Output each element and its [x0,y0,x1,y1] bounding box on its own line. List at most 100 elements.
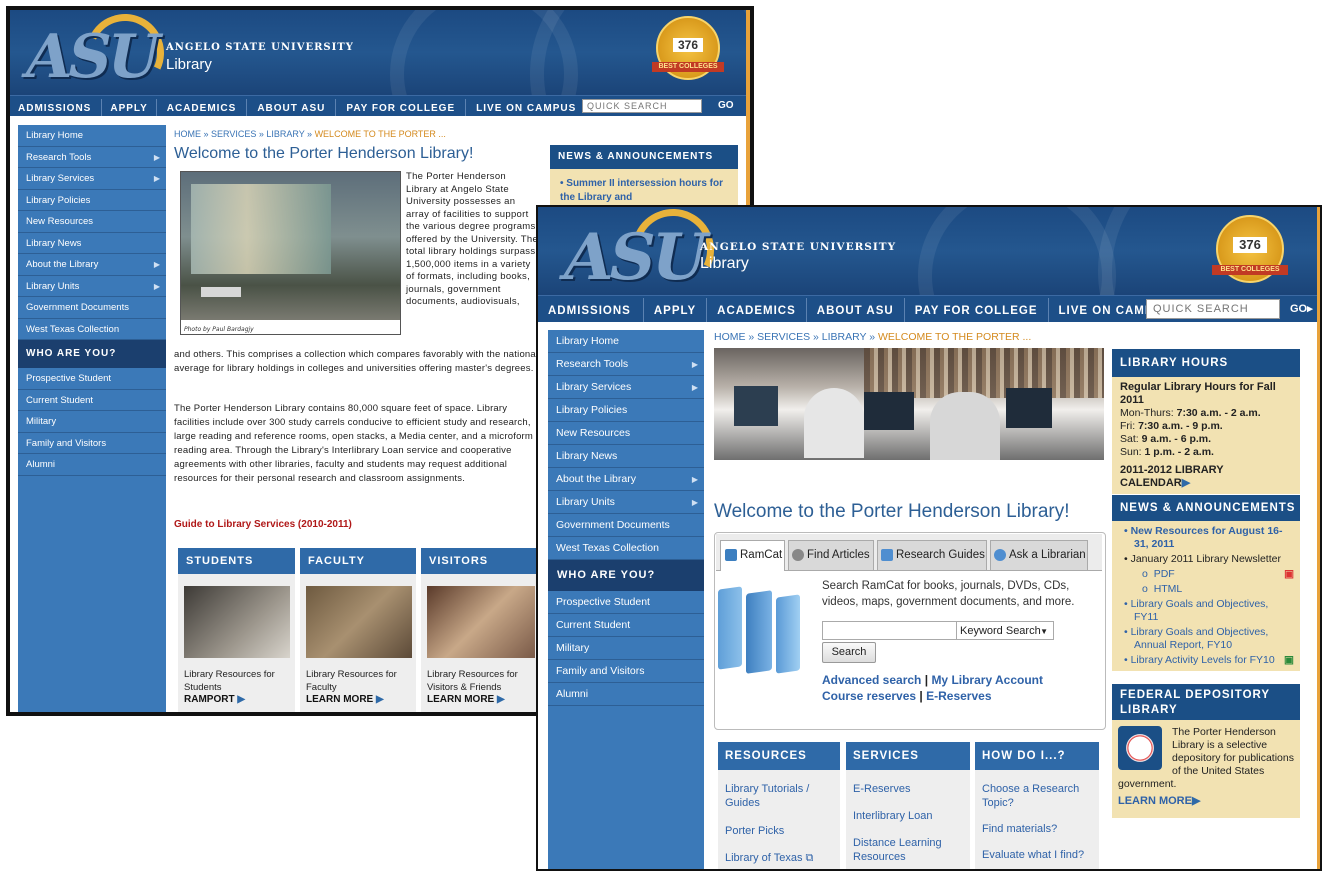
students-more-link[interactable]: RAMPORT ▶ [184,694,289,705]
advanced-search-link[interactable]: Advanced search [822,673,921,687]
sidebar-item-library-policies[interactable]: Library Policies [18,190,166,211]
nav-academics[interactable]: ACADEMICS [157,99,248,116]
sidebar-item-west-texas-collection[interactable]: West Texas Collection [18,319,166,340]
news-item-summer[interactable]: • Summer II intersession hours for the L… [560,178,723,203]
who-item-current-student[interactable]: Current Student [18,390,166,411]
nav-apply[interactable]: APPLY [102,99,157,116]
who-item-family-and-visitors[interactable]: Family and Visitors [18,433,166,454]
library-of-texas-link[interactable]: Library of Texas ⧉ [725,851,834,865]
hours-subtitle: Regular Library Hours for Fall 2011 [1120,381,1276,406]
course-reserves-link[interactable]: Course reserves [822,689,916,703]
search-button[interactable]: Search [822,642,876,663]
distance-learning-link[interactable]: Distance Learning Resources [853,836,964,864]
quick-search-go-button-new[interactable]: GO▸ [1290,296,1313,322]
sidebar-item-west-texas-collection-new[interactable]: West Texas Collection [548,537,704,560]
nav-live-on-campus[interactable]: LIVE ON CAMPUS [466,99,586,116]
ramcat-search-input[interactable] [822,621,958,640]
porter-picks-link[interactable]: Porter Picks [725,824,834,838]
sidebar-item-library-services[interactable]: Library Services ▶ [18,168,166,190]
sidebar-item-library-units-new[interactable]: Library Units ▶ [548,491,704,514]
tab-research-guides[interactable]: Research Guides [877,540,987,570]
breadcrumb-path-new[interactable]: HOME » SERVICES » LIBRARY » [714,331,878,343]
students-card[interactable]: Library Resources for Students RAMPORT ▶ [178,574,295,712]
news-item-new-resources[interactable]: • New Resources for August 16-31, 2011 [1120,525,1294,551]
find-materials-link[interactable]: Find materials? [982,822,1093,836]
best-colleges-badge-new: 376 BEST COLLEGES [1212,215,1288,283]
page-title: Welcome to the Porter Henderson Library! [174,145,474,162]
asu-logo[interactable]: ASU [26,22,160,92]
nav-about-asu[interactable]: ABOUT ASU [247,99,337,116]
e-reserves-link[interactable]: E-Reserves [926,689,991,703]
interlibrary-loan-link[interactable]: Interlibrary Loan [853,809,964,823]
sidebar-item-library-news[interactable]: Library News [18,233,166,254]
library-calendar-link[interactable]: 2011-2012 LIBRARY CALENDAR▶ [1120,464,1294,490]
e-reserves-service-link[interactable]: E-Reserves [853,782,964,796]
sidebar-item-about-the-library[interactable]: About the Library ▶ [18,254,166,276]
who-item-prospective-student[interactable]: Prospective Student [18,368,166,390]
sidebar-item-research-tools[interactable]: Research Tools ▶ [18,147,166,168]
nav-academics-new[interactable]: ACADEMICS [707,298,807,322]
nav-admissions[interactable]: ADMISSIONS [10,99,103,116]
quick-search-go-button[interactable]: GO [718,96,734,116]
breadcrumb-current: WELCOME TO THE PORTER ... [314,129,446,139]
intro-paragraph-side: The Porter Henderson Library at Angelo S… [406,171,539,307]
asu-logo-new[interactable]: ASU [564,221,708,295]
newsletter-html-link[interactable]: o HTML [1120,583,1294,596]
who-item-family-and-visitors-new[interactable]: Family and Visitors [548,660,704,683]
sidebar-item-new-resources-new[interactable]: New Resources [548,422,704,445]
guide-to-library-services-link[interactable]: Guide to Library Services (2010-2011) [174,519,352,530]
tab-ask-a-librarian[interactable]: Ask a Librarian [990,540,1088,570]
resources-links: Library Tutorials / Guides Porter Picks … [718,770,840,869]
sidebar-item-about-the-library-new[interactable]: About the Library ▶ [548,468,704,491]
sidebar-item-library-news-new[interactable]: Library News [548,445,704,468]
news-item-activity-levels[interactable]: • Library Activity Levels for FY10 ▣ [1120,654,1294,667]
faculty-card[interactable]: Library Resources for Faculty LEARN MORE… [300,574,416,712]
sidebar-item-library-policies-new[interactable]: Library Policies [548,399,704,422]
who-are-you-header: WHO ARE YOU? [18,340,166,368]
services-header: SERVICES [846,742,970,770]
sidebar-item-research-tools-new[interactable]: Research Tools ▶ [548,353,704,376]
evaluate-link[interactable]: Evaluate what I find? [982,848,1093,862]
breadcrumb-path[interactable]: HOME » SERVICES » LIBRARY » [174,129,315,139]
quick-search-input-new[interactable] [1146,299,1280,319]
services-links: E-Reserves Interlibrary Loan Distance Le… [846,770,970,869]
nav-pay-for-college-new[interactable]: PAY FOR COLLEGE [905,298,1049,322]
sidebar-item-library-services-new[interactable]: Library Services ▶ [548,376,704,399]
who-are-you-header-new: WHO ARE YOU? [548,560,704,591]
faculty-more-link[interactable]: LEARN MORE ▶ [306,694,410,705]
tutorials-guides-link[interactable]: Library Tutorials / Guides [725,782,834,810]
sidebar-item-government-documents-new[interactable]: Government Documents [548,514,704,537]
nav-about-asu-new[interactable]: ABOUT ASU [807,298,905,322]
nav-admissions-new[interactable]: ADMISSIONS [538,298,644,322]
who-item-alumni[interactable]: Alumni [18,454,166,476]
tab-find-articles[interactable]: Find Articles [788,540,874,570]
sidebar-item-government-documents[interactable]: Government Documents [18,297,166,319]
who-item-alumni-new[interactable]: Alumni [548,683,704,706]
who-item-military-new[interactable]: Military [548,637,704,660]
nav-apply-new[interactable]: APPLY [644,298,708,322]
breadcrumb-new: HOME » SERVICES » LIBRARY » WELCOME TO T… [714,331,1031,343]
search-type-select[interactable]: Keyword Search ▼ [956,621,1054,640]
sidebar-item-new-resources[interactable]: New Resources [18,211,166,233]
news-item-goals-fy10[interactable]: • Library Goals and Objectives, Annual R… [1120,626,1294,652]
visitors-more-link[interactable]: LEARN MORE ▶ [427,694,535,705]
who-item-military[interactable]: Military [18,411,166,433]
news-item-newsletter: • January 2011 Library Newsletter [1124,553,1281,565]
sidebar-item-library-home[interactable]: Library Home [18,125,166,147]
news-item-goals-fy11[interactable]: • Library Goals and Objectives, FY11 [1120,598,1294,624]
chevron-right-icon: ▶ [153,152,160,162]
sidebar-item-library-home-new[interactable]: Library Home [548,330,704,353]
who-item-prospective-student-new[interactable]: Prospective Student [548,591,704,614]
newsletter-pdf-link[interactable]: o PDF ▣ [1120,568,1294,581]
tab-ramcat[interactable]: RamCat [720,540,785,571]
chevron-right-icon: ▶ [691,360,698,369]
nav-pay-for-college[interactable]: PAY FOR COLLEGE [336,99,467,116]
resources-header: RESOURCES [718,742,840,770]
quick-search-input[interactable] [582,99,702,113]
sidebar-item-library-units[interactable]: Library Units ▶ [18,276,166,297]
who-item-current-student-new[interactable]: Current Student [548,614,704,637]
choose-topic-link[interactable]: Choose a Research Topic? [982,782,1093,810]
fdl-learn-more-link[interactable]: LEARN MORE▶ [1118,791,1294,808]
visitors-card[interactable]: Library Resources for Visitors & Friends… [421,574,541,712]
my-library-account-link[interactable]: My Library Account [931,673,1043,687]
